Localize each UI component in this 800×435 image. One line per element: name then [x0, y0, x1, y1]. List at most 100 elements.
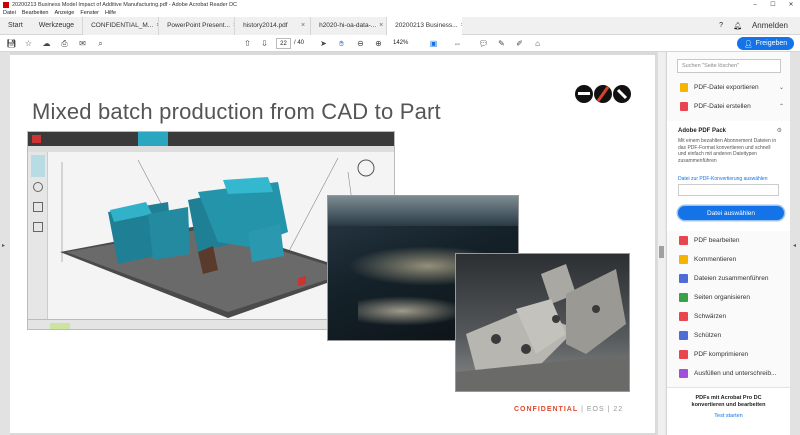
- chevron-up-icon[interactable]: ⌃: [779, 103, 784, 110]
- tab-label: h2020-hi-oa-data-...: [319, 22, 377, 29]
- window-controls: – ☐ ✕: [746, 0, 800, 9]
- close-tab-icon[interactable]: ×: [461, 22, 462, 29]
- print-icon[interactable]: ⎙: [59, 38, 70, 49]
- export-pdf-icon: [680, 83, 688, 92]
- metal-parts-image: [456, 264, 629, 391]
- notification-bell-icon[interactable]: 🔔︎: [733, 22, 742, 30]
- select-file-link[interactable]: Datei zur PDF-Konvertierung auswählen: [678, 176, 768, 182]
- hand-tool-icon[interactable]: ✋︎: [336, 38, 347, 49]
- laser-glow: [358, 296, 468, 326]
- edit-pdf-icon: [679, 236, 688, 245]
- left-panel-collapsed[interactable]: ▸: [0, 52, 10, 435]
- tools-search-input[interactable]: Suchen "Seite löschen": [677, 59, 781, 73]
- pdf-pack-panel: Adobe PDF Pack ⚙ Mit einem bezahlten Abo…: [667, 121, 790, 231]
- zoom-out-icon[interactable]: ⊖: [355, 38, 366, 49]
- document-tab[interactable]: PowerPoint Present...×: [158, 16, 235, 35]
- menu-fenster[interactable]: Fenster: [80, 10, 99, 16]
- bookmark-star-icon[interactable]: ☆: [23, 38, 34, 49]
- software-error-indicator: [50, 323, 70, 329]
- page-count: / 40: [294, 40, 305, 46]
- nav-tools[interactable]: Werkzeuge: [31, 22, 82, 29]
- close-tab-icon[interactable]: ×: [301, 22, 305, 29]
- software-header: [28, 132, 394, 146]
- close-window-icon[interactable]: ✕: [782, 0, 800, 9]
- share-button[interactable]: 👤︎ Freigeben: [737, 37, 794, 50]
- printed-parts-photo: [455, 253, 630, 392]
- zoom-level[interactable]: 142%: [393, 40, 408, 46]
- help-icon[interactable]: ?: [719, 22, 723, 29]
- search-zoom-icon[interactable]: ⌕: [95, 38, 106, 49]
- machine-chamber-top: [328, 196, 518, 226]
- stamp-icon[interactable]: ⌂: [532, 38, 543, 49]
- window-title-bar: 20200213 Business Model Impact of Additi…: [0, 0, 800, 9]
- tool-label: Ausfüllen und unterschreib...: [694, 370, 777, 377]
- save-icon[interactable]: 💾︎: [6, 38, 17, 49]
- document-view[interactable]: Mixed batch production from CAD to Part: [10, 52, 657, 435]
- page-down-icon[interactable]: ⇩: [259, 38, 270, 49]
- tool-combine-files[interactable]: Dateien zusammenführen: [679, 274, 785, 283]
- mail-icon[interactable]: ✉: [77, 38, 88, 49]
- expand-left-panel-icon[interactable]: ▸: [2, 242, 5, 249]
- tools-pane: Suchen "Seite löschen" PDF-Datei exporti…: [666, 52, 790, 435]
- tool-label: PDF komprimieren: [694, 351, 749, 358]
- tool-organize-pages[interactable]: Seiten organisieren: [679, 293, 785, 302]
- software-sidebar-icon: [33, 202, 43, 212]
- add-user-icon: 👤︎: [743, 40, 753, 48]
- software-sidebar-icon: [33, 222, 43, 232]
- export-pdf-item[interactable]: PDF-Datei exportieren ⌄: [680, 83, 784, 92]
- file-path-input[interactable]: [678, 184, 779, 196]
- nav-start[interactable]: Start: [0, 22, 31, 29]
- tool-compress-pdf[interactable]: PDF komprimieren: [679, 350, 785, 359]
- tool-fill-sign[interactable]: Ausfüllen und unterschreib...: [679, 369, 785, 378]
- select-cursor-icon[interactable]: ➤: [318, 38, 329, 49]
- document-tab[interactable]: h2020-hi-oa-data-... ×: [310, 16, 387, 35]
- tool-edit-pdf[interactable]: PDF bearbeiten: [679, 236, 785, 245]
- signin-link[interactable]: Anmelden: [752, 21, 788, 30]
- minimize-icon[interactable]: –: [746, 0, 764, 9]
- software-sidebar: [28, 152, 48, 319]
- tool-protect[interactable]: Schützen: [679, 331, 785, 340]
- scroll-mode-icon[interactable]: ⇔: [452, 38, 463, 49]
- close-tab-icon[interactable]: ×: [379, 22, 383, 29]
- tab-label: PowerPoint Present...: [167, 22, 230, 29]
- pdf-pack-description: Mit einem bezahlten Abonnement Dateien i…: [678, 138, 777, 164]
- pdf-page: Mixed batch production from CAD to Part: [10, 55, 655, 433]
- draw-icon[interactable]: ✐: [514, 38, 525, 49]
- tool-comment[interactable]: Kommentieren: [679, 255, 785, 264]
- menu-datei[interactable]: Datei: [3, 10, 16, 16]
- tool-label: Schützen: [694, 332, 722, 339]
- highlight-pen-icon[interactable]: ✎: [496, 38, 507, 49]
- start-trial-link[interactable]: Test starten: [667, 413, 790, 419]
- tool-label: Schwärzen: [694, 313, 727, 320]
- collapse-pane-icon[interactable]: ◂: [793, 242, 796, 249]
- combine-files-icon: [679, 274, 688, 283]
- create-pdf-item[interactable]: PDF-Datei erstellen ⌃: [680, 102, 784, 111]
- right-panel-toggle-strip[interactable]: ◂: [790, 52, 800, 435]
- menu-anzeige[interactable]: Anzeige: [54, 10, 74, 16]
- comment-icon[interactable]: 💬︎: [478, 38, 489, 49]
- page-number-input[interactable]: 22: [276, 38, 291, 49]
- select-file-button[interactable]: Datei auswählen: [678, 206, 784, 220]
- window-title: 20200213 Business Model Impact of Additi…: [12, 1, 238, 8]
- scrollbar-thumb[interactable]: [659, 246, 664, 258]
- document-tab[interactable]: CONFIDENTIAL_M...×: [82, 16, 159, 35]
- menu-bearbeiten[interactable]: Bearbeiten: [22, 10, 49, 16]
- menu-hilfe[interactable]: Hilfe: [105, 10, 116, 16]
- document-tab-active[interactable]: 20200213 Business...×: [386, 16, 463, 35]
- pdf-pack-info-icon[interactable]: ⚙: [777, 127, 782, 134]
- upload-cloud-icon[interactable]: ☁: [41, 38, 52, 49]
- footer-company: EOS: [586, 406, 605, 413]
- share-label: Freigeben: [755, 40, 788, 47]
- account-area: ? 🔔︎ Anmelden: [719, 21, 800, 30]
- maximize-icon[interactable]: ☐: [764, 0, 782, 9]
- vertical-scrollbar[interactable]: [657, 52, 665, 435]
- chevron-down-icon[interactable]: ⌄: [779, 84, 784, 91]
- organize-pages-icon: [679, 293, 688, 302]
- page-up-icon[interactable]: ⇧: [242, 38, 253, 49]
- tool-redact[interactable]: Schwärzen: [679, 312, 785, 321]
- page-display-icon[interactable]: ▣: [428, 38, 439, 49]
- document-tab[interactable]: history2014.pdf ×: [234, 16, 311, 35]
- pdf-pack-title: Adobe PDF Pack: [678, 128, 727, 134]
- zoom-in-icon[interactable]: ⊕: [373, 38, 384, 49]
- export-pdf-label: PDF-Datei exportieren: [694, 84, 759, 91]
